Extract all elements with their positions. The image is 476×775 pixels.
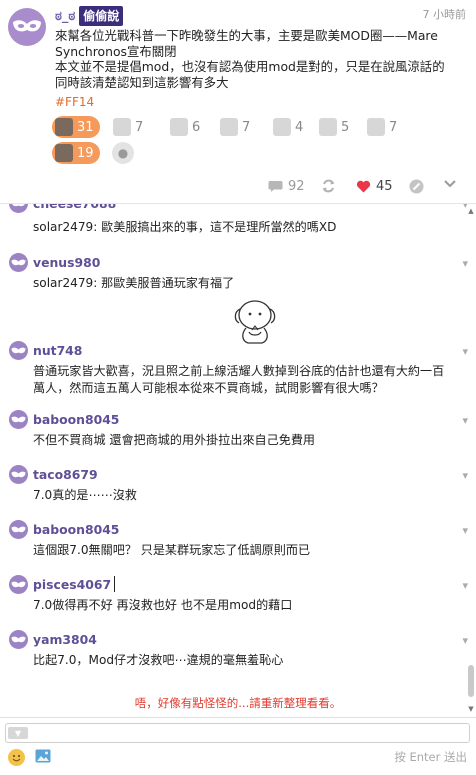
comment-text: 不但不買商城 還會把商城的用外掛拉出來自己免費用 [33, 433, 316, 447]
sticker-image [234, 300, 276, 344]
commenter-avatar[interactable] [9, 204, 28, 213]
post-body: 來幫各位光戰科普一下昨晚發生的大事，主要是歐美MOD圈——Mare Synchr… [55, 28, 445, 91]
comment-count: 92 [288, 179, 305, 194]
reaction-count: 19 [77, 145, 94, 161]
comment-text: 這個跟7.0無關吧？ 只是某群玩家忘了低調原則而已 [33, 543, 311, 557]
reaction-chip[interactable]: 7 [217, 116, 256, 138]
scrollbar-thumb[interactable] [468, 665, 474, 697]
comment-text: solar2479: 那歐美服普通玩家有福了 [33, 276, 235, 290]
reaction-count: 7 [242, 119, 251, 135]
reaction-count: 4 [295, 119, 304, 135]
smiley-face-icon [12, 754, 21, 762]
commenter-name[interactable]: cheese7088 [33, 204, 116, 213]
mask-icon [11, 471, 26, 477]
ban-icon [409, 179, 424, 194]
mask-icon [11, 526, 26, 532]
comment-icon [268, 181, 283, 192]
repost-icon [322, 179, 335, 193]
scroll-up-arrow-icon[interactable]: ▲ [467, 207, 475, 215]
post-header: ಠ_ಠ 偷偷說 [55, 6, 124, 26]
reaction-chip[interactable]: 19 [52, 142, 100, 164]
reaction-count: 31 [77, 119, 94, 135]
reaction-chip[interactable]: 31 [52, 116, 100, 138]
commenter-name-text: pisces4067 [33, 577, 112, 592]
comment-text: 比起7.0，Mod仔才沒救吧⋯違規的毫無羞恥心 [33, 653, 284, 667]
post-time: 7 小時前 [422, 8, 467, 21]
commenter-name[interactable]: nut748 [33, 341, 82, 360]
mask-icon [11, 347, 26, 353]
commenter-avatar[interactable] [9, 630, 28, 649]
mask-icon [12, 204, 25, 206]
share-button[interactable] [321, 179, 336, 193]
emoji-icon[interactable] [8, 749, 25, 766]
chevron-down-icon [444, 180, 456, 188]
commenter-avatar[interactable] [9, 253, 28, 272]
commenter-avatar[interactable] [9, 465, 28, 484]
commenter-name[interactable]: yam3804 [33, 630, 97, 649]
reaction-chip[interactable]: 7 [110, 116, 149, 138]
reaction-chip[interactable]: 5 [316, 116, 355, 138]
mask-icon [11, 416, 26, 422]
mask-icon [11, 636, 26, 642]
collapse-button[interactable] [443, 179, 457, 189]
comment-input[interactable] [5, 723, 470, 743]
author-name[interactable]: ಠ_ಠ [55, 9, 75, 24]
comment-list[interactable]: cheese7088 ▾ solar2479: 歐美服搞出來的事，這不是理所當然… [0, 203, 476, 717]
comment-text: 7.0真的是⋯⋯沒救 [33, 488, 137, 502]
post-action-bar: 92 45 [0, 176, 476, 198]
like-button[interactable]: 45 [356, 179, 393, 194]
reaction-chip[interactable]: 7 [364, 116, 403, 138]
mask-icon [11, 581, 26, 587]
reaction-count: 7 [135, 119, 144, 135]
reaction-chip[interactable]: 4 [270, 116, 309, 138]
reaction-chip[interactable]: 6 [167, 116, 206, 138]
reaction-sticker-icon [55, 144, 73, 162]
heart-icon [356, 180, 371, 193]
reaction-sticker-icon [170, 118, 188, 136]
commenter-avatar[interactable] [9, 410, 28, 429]
commenter-name[interactable]: pisces4067 [33, 575, 116, 594]
comment-count-button[interactable]: 92 [268, 179, 305, 194]
commenter-avatar[interactable] [9, 520, 28, 539]
post-card: ಠ_ಠ 偷偷說 7 小時前 來幫各位光戰科普一下昨晚發生的大事，主要是歐美MOD… [0, 0, 476, 203]
expand-composer-icon[interactable]: ▼ [8, 727, 28, 739]
commenter-avatar[interactable] [9, 575, 28, 594]
add-reaction-button[interactable]: ● [112, 142, 134, 164]
reaction-count: 6 [192, 119, 201, 135]
reaction-count: 5 [341, 119, 350, 135]
comment-scrollbar[interactable]: ▲ ▼ [467, 203, 475, 717]
commenter-name[interactable]: baboon8045 [33, 410, 119, 429]
commenter-avatar[interactable] [9, 341, 28, 360]
post-hashtag[interactable]: #FF14 [55, 95, 94, 109]
send-hint: 按 Enter 送出 [394, 750, 467, 764]
commenter-name[interactable]: taco8679 [33, 465, 98, 484]
reaction-sticker-icon [367, 118, 385, 136]
comment-text: solar2479: 歐美服搞出來的事，這不是理所當然的嗎XD [33, 220, 337, 234]
commenter-name[interactable]: baboon8045 [33, 520, 119, 539]
reaction-count: 7 [389, 119, 398, 135]
chat-icon: ● [117, 146, 129, 160]
like-count: 45 [376, 179, 393, 194]
reaction-sticker-icon [319, 118, 337, 136]
reaction-sticker-icon [113, 118, 131, 136]
reaction-sticker-icon [220, 118, 238, 136]
comment-composer: ▼ 按 Enter 送出 [0, 717, 476, 775]
commenter-name[interactable]: venus980 [33, 253, 100, 272]
author-avatar[interactable] [8, 8, 46, 46]
block-button[interactable] [409, 179, 424, 194]
comment-text: 普通玩家皆大歡喜，況且照之前上線活耀人數掉到谷底的估計也還有大約一百 萬人，然而… [33, 364, 445, 395]
picture-icon [35, 749, 51, 763]
mask-icon [13, 20, 41, 32]
text-cursor [114, 576, 116, 592]
image-upload-icon[interactable] [35, 748, 51, 764]
comment-text: 7.0做得再不好 再沒救也好 也不是用mod的藉口 [33, 598, 293, 612]
board-tag[interactable]: 偷偷說 [79, 6, 124, 26]
mask-icon [11, 259, 26, 265]
error-message[interactable]: 唔，好像有點怪怪的...請重新整理看看。 [0, 695, 476, 711]
reaction-sticker-icon [55, 118, 73, 136]
reaction-sticker-icon [273, 118, 291, 136]
